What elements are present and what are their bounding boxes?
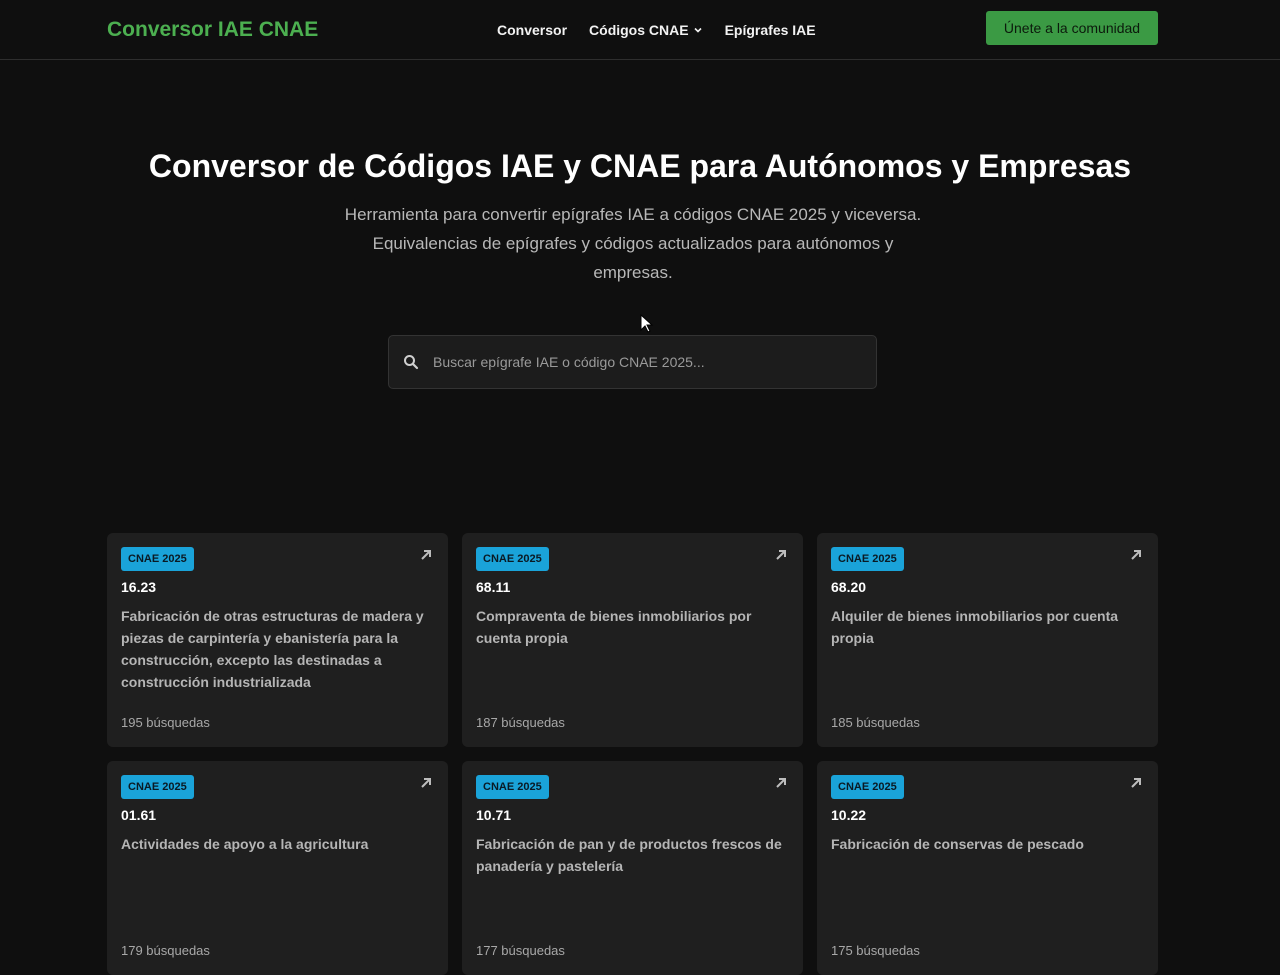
page-subtitle: Herramienta para convertir epígrafes IAE…: [330, 200, 936, 287]
card-search-count: 179 búsquedas: [121, 943, 210, 958]
cnae-badge: CNAE 2025: [831, 775, 904, 799]
card-description: Compraventa de bienes inmobiliarios por …: [476, 608, 752, 646]
card-code: 01.61: [121, 807, 157, 823]
arrow-up-right-icon: [776, 550, 786, 560]
cnae-badge: CNAE 2025: [831, 547, 904, 571]
cnae-badge: CNAE 2025: [476, 775, 549, 799]
subtitle-line: Equivalencias de epígrafes y códigos act…: [372, 234, 894, 253]
arrow-up-right-icon: [776, 778, 786, 788]
subtitle-line: Herramienta para convertir epígrafes IAE…: [344, 205, 922, 224]
cnae-badge: CNAE 2025: [121, 547, 194, 571]
card-search-count: 175 búsquedas: [831, 943, 920, 958]
popular-codes-grid: CNAE 2025 16.23 Fabricación de otras est…: [107, 533, 1158, 975]
nav-item-conversor[interactable]: Conversor: [497, 22, 567, 38]
cnae-badge: CNAE 2025: [121, 775, 194, 799]
join-community-button[interactable]: Únete a la comunidad: [986, 11, 1158, 45]
arrow-up-right-icon: [421, 550, 431, 560]
code-card[interactable]: CNAE 2025 68.20 Alquiler de bienes inmob…: [817, 533, 1158, 747]
nav-item-label: Códigos CNAE: [589, 22, 689, 38]
arrow-up-right-icon: [1131, 778, 1141, 788]
arrow-up-right-icon: [1131, 550, 1141, 560]
main-nav: Conversor Códigos CNAE Epígrafes IAE: [497, 0, 816, 60]
nav-item-epigrafes-iae[interactable]: Epígrafes IAE: [725, 22, 816, 38]
card-description: Fabricación de conservas de pescado: [831, 836, 1084, 852]
card-code: 68.20: [831, 579, 867, 595]
card-code: 16.23: [121, 579, 157, 595]
card-search-count: 185 búsquedas: [831, 715, 920, 730]
code-card[interactable]: CNAE 2025 10.71 Fabricación de pan y de …: [462, 761, 803, 975]
card-description: Fabricación de pan y de productos fresco…: [476, 836, 782, 874]
cnae-badge: CNAE 2025: [476, 547, 549, 571]
code-card[interactable]: CNAE 2025 10.22 Fabricación de conservas…: [817, 761, 1158, 975]
nav-item-label: Conversor: [497, 22, 568, 38]
code-card[interactable]: CNAE 2025 68.11 Compraventa de bienes in…: [462, 533, 803, 747]
card-code: 10.22: [831, 807, 867, 823]
card-description: Fabricación de otras estructuras de made…: [121, 608, 424, 690]
nav-item-label: Epígrafes IAE: [724, 22, 816, 38]
code-card[interactable]: CNAE 2025 16.23 Fabricación de otras est…: [107, 533, 448, 747]
card-description: Actividades de apoyo a la agricultura: [121, 836, 369, 852]
search-input[interactable]: [433, 354, 853, 370]
arrow-up-right-icon: [421, 778, 431, 788]
card-code: 68.11: [476, 579, 511, 595]
code-card[interactable]: CNAE 2025 01.61 Actividades de apoyo a l…: [107, 761, 448, 975]
search-box: [388, 335, 877, 389]
top-navbar: Conversor IAE CNAE Conversor Códigos CNA…: [0, 0, 1280, 60]
search-icon: [404, 355, 419, 370]
chevron-down-icon: [694, 27, 702, 33]
page-title: Conversor de Códigos IAE y CNAE para Aut…: [148, 148, 1132, 184]
card-search-count: 187 búsquedas: [476, 715, 565, 730]
brand-logo-text[interactable]: Conversor IAE CNAE: [107, 18, 318, 42]
card-search-count: 177 búsquedas: [476, 943, 565, 958]
subtitle-line: empresas.: [593, 263, 673, 282]
card-code: 10.71: [476, 807, 512, 823]
nav-item-codigos-cnae[interactable]: Códigos CNAE: [589, 22, 703, 38]
card-search-count: 195 búsquedas: [121, 715, 210, 730]
card-description: Alquiler de bienes inmobiliarios por cue…: [831, 608, 1119, 646]
mouse-cursor-icon: [640, 314, 654, 333]
